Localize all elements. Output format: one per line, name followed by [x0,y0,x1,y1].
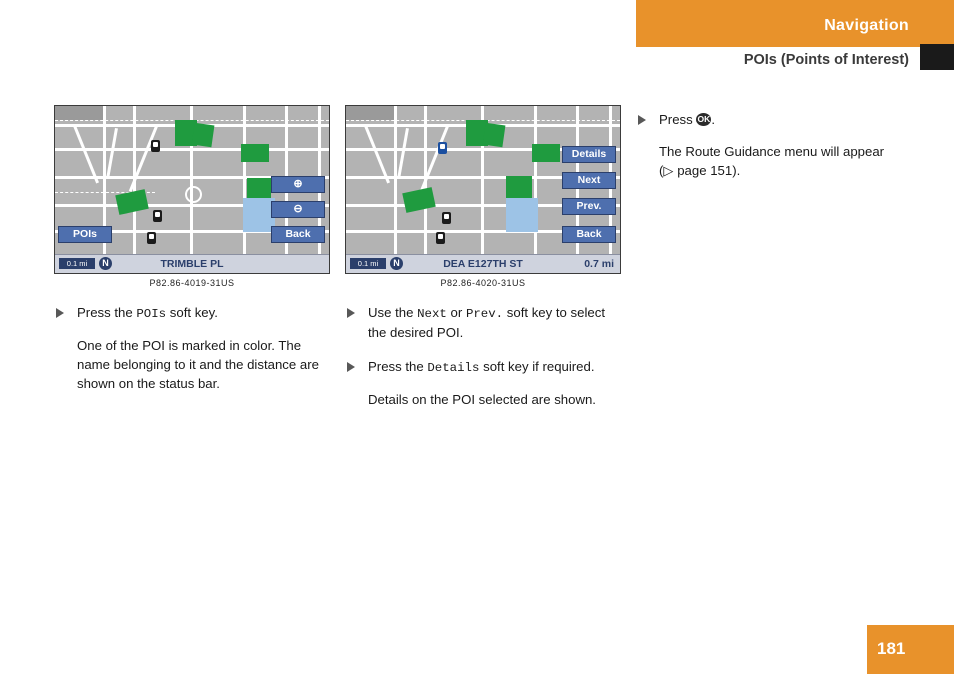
step-softkey-name-2: Prev. [465,307,504,321]
instruction-step: Press OK. [636,111,926,130]
status-poi-name: DEA E127TH ST [443,258,523,270]
paragraph: One of the POI is marked in color. The n… [77,337,319,391]
header-marker [920,44,954,70]
map-block [346,106,394,120]
step-softkey-name: POIs [136,307,167,321]
step-text-mid: or [446,305,466,320]
page-number: 181 [877,639,906,658]
poi-pin-icon [147,232,156,244]
status-bar: 0.1 mi N DEA E127TH ST 0.7 mi [346,254,620,273]
paragraph-reference: (▷ page 151). [659,162,741,178]
map-cursor [185,186,202,203]
poi-pin-icon [151,140,160,152]
zoom-out-icon: ⊖ [293,203,303,215]
map-block [482,122,506,148]
zoom-in-icon: ⊕ [293,178,303,190]
instruction-step: Use the Next or Prev. soft key to select… [345,304,621,342]
map-block [241,144,269,162]
poi-pin-icon [442,212,451,224]
map-block [247,178,271,198]
column-3: Press OK. The Route Guidance menu will a… [636,105,926,180]
figure-caption: P82.86-4020-31US [440,278,526,288]
prev-button[interactable]: Prev. [562,198,616,215]
map-screenshot-2: Details Next Prev. Back 0.1 mi N DEA E12… [345,105,621,274]
instruction-step: Press the Details soft key if required. [345,358,621,378]
document-page: Navigation POIs (Points of Interest) ⊕ ⊖… [0,0,954,674]
bullet-triangle-icon [347,308,355,318]
map-block [191,122,215,148]
step-text-before: Press the [77,305,137,320]
zoom-in-button[interactable]: ⊕ [271,176,325,193]
step-softkey-name: Details [427,361,480,376]
page-title: Navigation [824,17,909,34]
pois-button[interactable]: POIs [58,226,112,243]
step-text-before: Press [659,112,697,127]
map-block [532,144,560,162]
status-bar: 0.1 mi N TRIMBLE PL [55,254,329,273]
poi-pin-icon [436,232,445,244]
page-subtitle: POIs (Points of Interest) [743,52,909,68]
step-text-before: Press the [368,359,428,375]
step-text-after: soft key if required. [479,359,595,375]
next-button[interactable]: Next [562,172,616,189]
bullet-triangle-icon [56,308,64,318]
step-text-after: . [711,112,716,127]
step-softkey-name: Next [417,307,447,321]
map-screenshot-1: ⊕ ⊖ Back POIs 0.1 mi N TRIMBLE PL [54,105,330,274]
status-street-name: TRIMBLE PL [160,258,224,270]
column-1: ⊕ ⊖ Back POIs 0.1 mi N TRIMBLE PL P82.86… [54,105,330,393]
instruction-step: Press the POIs soft key. [54,304,330,324]
details-button[interactable]: Details [562,146,616,163]
figure-caption: P82.86-4019-31US [149,278,235,288]
map-block [55,106,103,120]
ok-key-icon: OK [696,113,712,127]
status-distance: 0.7 mi [584,258,614,270]
map-block [506,176,532,198]
back-button[interactable]: Back [271,226,325,243]
step-text-after: soft key. [166,305,218,320]
column-2: Details Next Prev. Back 0.1 mi N DEA E12… [345,105,621,409]
paragraph: Details on the POI selected are shown. [368,391,596,407]
paragraph: The Route Guidance menu will appear [659,143,885,159]
step-text-before: Use the [368,305,418,320]
map-road [55,148,329,151]
poi-pin-icon [153,210,162,222]
zoom-out-button[interactable]: ⊖ [271,201,325,218]
bullet-triangle-icon [347,362,355,373]
back-button[interactable]: Back [562,226,616,243]
poi-pin-selected-icon [438,142,447,154]
bullet-triangle-icon [638,115,646,125]
